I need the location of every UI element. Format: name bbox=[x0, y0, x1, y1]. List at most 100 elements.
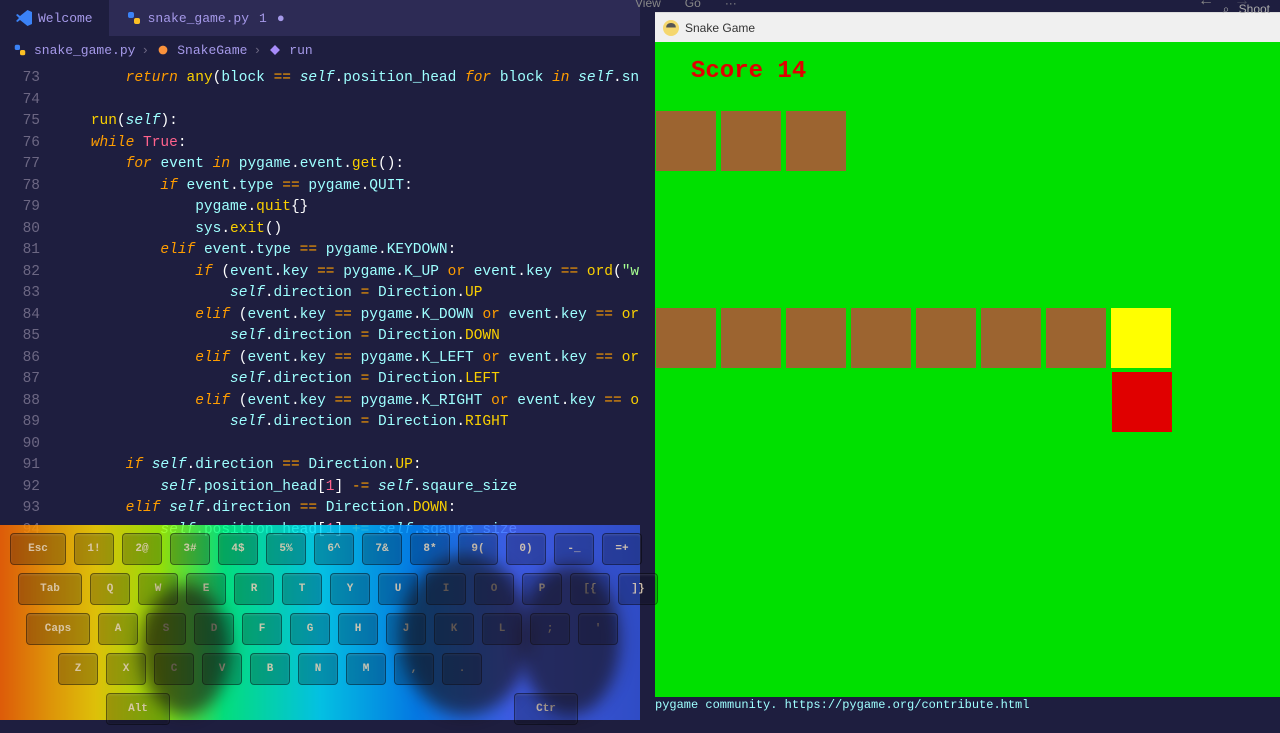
hand-shadow bbox=[520, 565, 620, 715]
keyboard-key: H bbox=[338, 613, 378, 645]
keyboard-key: 1! bbox=[74, 533, 114, 565]
code-line[interactable]: 79 pygame.quit{} bbox=[0, 197, 640, 219]
snake-segment bbox=[720, 110, 782, 172]
game-titlebar[interactable]: Snake Game bbox=[655, 12, 1280, 42]
line-number: 77 bbox=[0, 154, 56, 176]
line-content[interactable]: elif (event.key == pygame.K_DOWN or even… bbox=[56, 305, 640, 327]
code-line[interactable]: 82 if (event.key == pygame.K_UP or event… bbox=[0, 262, 640, 284]
keyboard-key: T bbox=[282, 573, 322, 605]
keyboard-key: M bbox=[346, 653, 386, 685]
code-line[interactable]: 75 run(self): bbox=[0, 111, 640, 133]
code-line[interactable]: 86 elif (event.key == pygame.K_LEFT or e… bbox=[0, 348, 640, 370]
line-content[interactable]: while True: bbox=[56, 133, 640, 155]
menu-go[interactable]: Go bbox=[685, 0, 701, 10]
keyboard-key: A bbox=[98, 613, 138, 645]
line-number: 84 bbox=[0, 305, 56, 327]
code-editor[interactable]: 73 return any(block == self.position_hea… bbox=[0, 64, 640, 545]
keyboard-key: 5% bbox=[266, 533, 306, 565]
game-canvas[interactable]: Score 14 bbox=[655, 42, 1280, 697]
code-line[interactable]: 84 elif (event.key == pygame.K_DOWN or e… bbox=[0, 305, 640, 327]
line-content[interactable]: for event in pygame.event.get(): bbox=[56, 154, 640, 176]
line-number: 73 bbox=[0, 68, 56, 90]
line-content[interactable]: self.direction = Direction.DOWN bbox=[56, 326, 640, 348]
keyboard-key: Z bbox=[58, 653, 98, 685]
line-content[interactable]: pygame.quit{} bbox=[56, 197, 640, 219]
breadcrumb[interactable]: snake_game.py › SnakeGame › run bbox=[0, 36, 640, 64]
search-icon[interactable]: ⌕ bbox=[1223, 2, 1230, 16]
menubar-fragment: View Go ··· ← → ⌕ Shoot bbox=[655, 0, 1280, 12]
line-content[interactable]: if self.direction == Direction.UP: bbox=[56, 455, 640, 477]
breadcrumb-method[interactable]: run bbox=[289, 43, 312, 58]
code-line[interactable]: 92 self.position_head[1] -= self.sqaure_… bbox=[0, 477, 640, 499]
keyboard-key: F bbox=[242, 613, 282, 645]
line-content[interactable] bbox=[56, 434, 640, 456]
keyboard-key: ]} bbox=[618, 573, 658, 605]
breadcrumb-file[interactable]: snake_game.py bbox=[34, 43, 135, 58]
code-line[interactable]: 90 bbox=[0, 434, 640, 456]
pygame-icon bbox=[663, 20, 679, 36]
line-content[interactable]: self.direction = Direction.LEFT bbox=[56, 369, 640, 391]
code-line[interactable]: 76 while True: bbox=[0, 133, 640, 155]
line-number: 93 bbox=[0, 498, 56, 520]
keyboard-key: 0) bbox=[506, 533, 546, 565]
line-content[interactable]: run(self): bbox=[56, 111, 640, 133]
code-line[interactable]: 77 for event in pygame.event.get(): bbox=[0, 154, 640, 176]
line-number: 74 bbox=[0, 90, 56, 112]
line-content[interactable]: elif (event.key == pygame.K_RIGHT or eve… bbox=[56, 391, 640, 413]
keyboard-key: 7& bbox=[362, 533, 402, 565]
line-number: 86 bbox=[0, 348, 56, 370]
tab-label: snake_game.py bbox=[148, 11, 249, 26]
line-content[interactable]: elif (event.key == pygame.K_LEFT or even… bbox=[56, 348, 640, 370]
line-content[interactable]: if event.type == pygame.QUIT: bbox=[56, 176, 640, 198]
snake-segment bbox=[655, 307, 717, 369]
food bbox=[1112, 372, 1172, 432]
code-line[interactable]: 74 bbox=[0, 90, 640, 112]
keyboard-key: =+ bbox=[602, 533, 642, 565]
line-content[interactable]: if (event.key == pygame.K_UP or event.ke… bbox=[56, 262, 640, 284]
shoot-label[interactable]: Shoot bbox=[1239, 2, 1270, 16]
code-line[interactable]: 80 sys.exit() bbox=[0, 219, 640, 241]
keyboard-row: AltCtr bbox=[10, 693, 630, 725]
line-number: 92 bbox=[0, 477, 56, 499]
chevron-right-icon: › bbox=[141, 43, 149, 58]
line-content[interactable]: sys.exit() bbox=[56, 219, 640, 241]
line-content[interactable]: elif self.direction == Direction.DOWN: bbox=[56, 498, 640, 520]
line-content[interactable]: self.direction = Direction.RIGHT bbox=[56, 412, 640, 434]
tab-welcome[interactable]: Welcome bbox=[0, 0, 110, 36]
line-content[interactable]: self.position_head[1] -= self.sqaure_siz… bbox=[56, 477, 640, 499]
keyboard-key: Tab bbox=[18, 573, 82, 605]
method-icon bbox=[267, 42, 283, 58]
line-content[interactable]: self.direction = Direction.UP bbox=[56, 283, 640, 305]
menu-more-icon[interactable]: ··· bbox=[725, 0, 737, 10]
game-window: View Go ··· ← → ⌕ Shoot Snake Game Score… bbox=[655, 0, 1280, 700]
code-line[interactable]: 78 if event.type == pygame.QUIT: bbox=[0, 176, 640, 198]
back-arrow-icon[interactable]: ← bbox=[1198, 0, 1214, 10]
code-line[interactable]: 91 if self.direction == Direction.UP: bbox=[0, 455, 640, 477]
keyboard-key: Caps bbox=[26, 613, 90, 645]
line-content[interactable]: elif event.type == pygame.KEYDOWN: bbox=[56, 240, 640, 262]
code-line[interactable]: 85 self.direction = Direction.DOWN bbox=[0, 326, 640, 348]
line-number: 87 bbox=[0, 369, 56, 391]
keyboard-row: Esc1!2@3#4$5%6^7&8*9(0)-_=+ bbox=[10, 533, 630, 565]
code-line[interactable]: 81 elif event.type == pygame.KEYDOWN: bbox=[0, 240, 640, 262]
keyboard-key: B bbox=[250, 653, 290, 685]
line-number: 75 bbox=[0, 111, 56, 133]
line-number: 89 bbox=[0, 412, 56, 434]
line-content[interactable] bbox=[56, 90, 640, 112]
code-line[interactable]: 87 self.direction = Direction.LEFT bbox=[0, 369, 640, 391]
code-line[interactable]: 93 elif self.direction == Direction.DOWN… bbox=[0, 498, 640, 520]
menu-view[interactable]: View bbox=[635, 0, 661, 10]
line-number: 83 bbox=[0, 283, 56, 305]
code-line[interactable]: 83 self.direction = Direction.UP bbox=[0, 283, 640, 305]
code-line[interactable]: 89 self.direction = Direction.RIGHT bbox=[0, 412, 640, 434]
code-line[interactable]: 88 elif (event.key == pygame.K_RIGHT or … bbox=[0, 391, 640, 413]
game-title: Snake Game bbox=[685, 21, 755, 35]
keyboard-key: N bbox=[298, 653, 338, 685]
keyboard-key: G bbox=[290, 613, 330, 645]
code-line[interactable]: 73 return any(block == self.position_hea… bbox=[0, 68, 640, 90]
keyboard-key: Q bbox=[90, 573, 130, 605]
breadcrumb-class[interactable]: SnakeGame bbox=[177, 43, 247, 58]
class-icon bbox=[155, 42, 171, 58]
line-content[interactable]: return any(block == self.position_head f… bbox=[56, 68, 640, 90]
tab-snake-game[interactable]: snake_game.py 1 ● bbox=[110, 0, 302, 36]
